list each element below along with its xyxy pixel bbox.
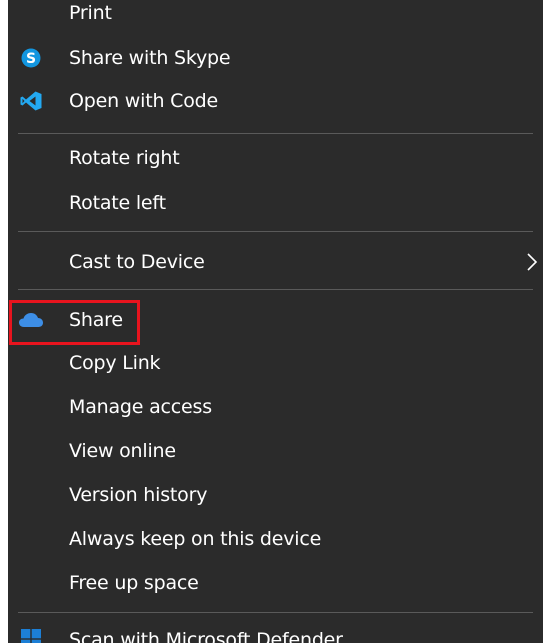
windows-defender-icon	[21, 629, 41, 643]
menu-item-label: Free up space	[69, 572, 199, 594]
menu-item-rotate-right[interactable]: Rotate right	[8, 138, 543, 178]
menu-item-label: Share with Skype	[69, 47, 231, 69]
svg-text:S: S	[26, 51, 36, 67]
menu-item-open-with-code[interactable]: Open with Code	[8, 81, 543, 121]
menu-item-label: Copy Link	[69, 352, 161, 374]
menu-separator	[18, 231, 533, 232]
skype-icon: S	[21, 48, 41, 68]
menu-item-cast-to-device[interactable]: Cast to Device	[8, 242, 543, 282]
chevron-right-icon	[525, 252, 539, 272]
menu-item-copy-link[interactable]: Copy Link	[8, 343, 543, 383]
menu-item-label: Open with Code	[69, 90, 218, 112]
menu-item-version-history[interactable]: Version history	[8, 475, 543, 515]
vscode-icon	[20, 91, 42, 111]
menu-item-label: Print	[69, 2, 112, 24]
menu-item-label: Rotate right	[69, 147, 180, 169]
menu-item-manage-access[interactable]: Manage access	[8, 387, 543, 427]
menu-item-free-up-space[interactable]: Free up space	[8, 563, 543, 603]
menu-item-share-with-skype[interactable]: S Share with Skype	[8, 38, 543, 78]
menu-item-label: Rotate left	[69, 192, 166, 214]
menu-item-view-online[interactable]: View online	[8, 431, 543, 471]
menu-item-label: Scan with Microsoft Defender	[69, 629, 343, 643]
menu-item-print[interactable]: Print	[8, 0, 543, 33]
highlight-box	[9, 300, 140, 345]
menu-item-rotate-left[interactable]: Rotate left	[8, 183, 543, 223]
menu-item-label: Version history	[69, 484, 208, 506]
context-menu: Print S Share with Skype Open with Code …	[8, 0, 543, 643]
menu-item-label: Cast to Device	[69, 251, 205, 273]
menu-separator	[18, 612, 533, 613]
menu-separator	[18, 289, 533, 290]
menu-item-always-keep-on-device[interactable]: Always keep on this device	[8, 519, 543, 559]
menu-item-scan-with-defender[interactable]: Scan with Microsoft Defender	[8, 620, 543, 643]
menu-item-label: Manage access	[69, 396, 212, 418]
menu-separator	[18, 133, 533, 134]
menu-item-label: Always keep on this device	[69, 528, 322, 550]
menu-item-label: View online	[69, 440, 176, 462]
